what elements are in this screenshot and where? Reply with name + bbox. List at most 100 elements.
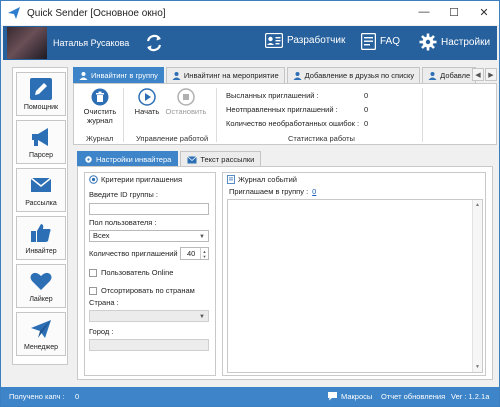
event-log-textarea[interactable]: ▲ ▼: [227, 199, 483, 373]
filter-country-checkbox[interactable]: Отсортировать по странам: [89, 286, 195, 295]
sidebar-item-liker[interactable]: Лайкер: [16, 264, 66, 308]
chevron-down-icon: ▼: [199, 314, 205, 320]
version-label: Ver : 1.2.1a: [451, 392, 490, 401]
clear-log-button[interactable]: Очистить журнал: [82, 88, 118, 125]
app-window: Quick Sender [Основное окно] — ☐ ✕ Натал…: [0, 0, 500, 407]
add-user-icon: [293, 72, 302, 80]
group-id-input[interactable]: [89, 203, 209, 215]
subtab-mailing-text[interactable]: Текст рассылки: [180, 151, 262, 167]
criteria-header: Критерии приглашения: [89, 175, 182, 184]
gender-select[interactable]: Всех ▼: [89, 230, 209, 242]
ribbon: Очистить журнал Журнал Начать Остановить…: [73, 83, 497, 145]
megaphone-icon: [32, 128, 48, 146]
update-report-link[interactable]: Отчет обновления: [381, 392, 445, 401]
gear-icon: [419, 33, 437, 51]
tab-add-friends[interactable]: Добавление в друзья по списку: [286, 67, 421, 83]
faq-label: FAQ: [380, 36, 401, 47]
invite-count-link[interactable]: 0: [312, 187, 316, 196]
group-id-label: Введите ID группы :: [89, 190, 158, 199]
tab-invite-group[interactable]: Инвайтинг в группу: [73, 67, 164, 83]
id-card-icon: [265, 33, 283, 48]
subtab-bar: Настройки инвайтера Текст рассылки: [77, 149, 263, 167]
stat-unsent-value: 0: [364, 105, 369, 114]
maximize-button[interactable]: ☐: [439, 1, 469, 23]
developer-label: Разработчик: [287, 35, 346, 46]
heart-icon: [30, 272, 52, 290]
close-button[interactable]: ✕: [469, 1, 499, 23]
faq-document-icon: [361, 33, 376, 50]
group-label-control: Управление работой: [136, 134, 209, 143]
user-name: Наталья Русакова: [53, 38, 130, 48]
stop-button[interactable]: Остановить: [166, 88, 206, 116]
tab-bar: Инвайтинг в группу Инвайтинг на мероприя…: [73, 65, 478, 83]
group-label-journal: Журнал: [86, 134, 114, 143]
event-log-header: Журнал событий: [227, 175, 297, 184]
user-icon: [172, 72, 181, 80]
chevron-down-icon: ▼: [199, 234, 205, 240]
settings-button[interactable]: Настройки: [419, 33, 490, 51]
country-label: Страна :: [89, 298, 119, 307]
captcha-value: 0: [75, 392, 80, 401]
stat-errors-label: Количество необработанных ошибок :: [226, 119, 360, 128]
faq-button[interactable]: FAQ: [361, 33, 400, 50]
header-bar: Наталья Русакова Разработчик FAQ Настрой…: [3, 26, 497, 60]
macros-link[interactable]: Макросы: [341, 392, 372, 401]
sidebar-item-label: Рассылка: [25, 200, 57, 207]
sidebar-item-label: Помощник: [23, 104, 59, 111]
avatar[interactable]: [7, 27, 47, 59]
document-icon: [227, 175, 235, 184]
tab-invite-event[interactable]: Инвайтинг на мероприятие: [165, 67, 285, 83]
developer-button[interactable]: Разработчик: [265, 33, 345, 48]
count-label: Количество приглашений :: [89, 249, 182, 258]
trash-icon: [91, 88, 109, 106]
subtab-inviter-settings[interactable]: Настройки инвайтера: [77, 151, 179, 167]
city-input[interactable]: [89, 339, 209, 351]
sidebar-item-mailing[interactable]: Рассылка: [16, 168, 66, 212]
group-label-stats: Статистика работы: [288, 134, 355, 143]
sidebar-item-assistant[interactable]: Помощник: [16, 72, 66, 116]
window-title: Quick Sender [Основное окно]: [27, 7, 166, 19]
captcha-label: Получено капч :: [9, 392, 65, 401]
target-icon: [89, 175, 98, 184]
pencil-icon: [30, 78, 52, 100]
sidebar-item-parser[interactable]: Парсер: [16, 120, 66, 164]
event-log-group: Журнал событий Приглашаем в группу :0 ▲ ▼: [222, 172, 486, 376]
criteria-group: Критерии приглашения Введите ID группы :…: [84, 172, 216, 376]
stat-sent-value: 0: [364, 91, 369, 100]
tab-scroll-right-button[interactable]: ▶: [485, 68, 497, 81]
tab-scroll-left-button[interactable]: ◀: [472, 68, 484, 81]
stop-icon: [177, 88, 195, 106]
sidebar-item-label: Парсер: [28, 152, 54, 159]
gear-icon: [85, 156, 92, 163]
sidebar-item-inviter[interactable]: Инвайтер: [16, 216, 66, 260]
tab-add-more[interactable]: Добавле: [422, 67, 477, 83]
sidebar: Помощник Парсер Рассылка Инвайтер Лайкер…: [12, 67, 68, 365]
gender-label: Пол пользователя :: [89, 218, 157, 227]
refresh-icon[interactable]: [143, 32, 165, 54]
invite-counter: Приглашаем в группу :0: [229, 187, 317, 196]
sidebar-item-label: Менеджер: [24, 344, 58, 351]
envelope-icon: [187, 155, 198, 163]
count-stepper[interactable]: 40 ▲ ▼: [180, 247, 209, 260]
title-bar: Quick Sender [Основное окно] — ☐ ✕: [1, 1, 499, 25]
add-user-icon: [428, 72, 437, 80]
stat-sent-label: Высланных приглашений :: [226, 91, 319, 100]
thumbs-up-icon: [31, 224, 51, 242]
stat-unsent-label: Неотправленных приглашений :: [226, 105, 338, 114]
envelope-icon: [30, 177, 52, 192]
online-checkbox[interactable]: Пользователь Online: [89, 268, 173, 277]
stepper-arrows[interactable]: ▲ ▼: [200, 248, 208, 259]
sidebar-item-label: Инвайтер: [25, 248, 57, 255]
sidebar-item-label: Лайкер: [29, 296, 53, 303]
settings-panel: Критерии приглашения Введите ID группы :…: [77, 166, 493, 380]
start-button[interactable]: Начать: [132, 88, 162, 116]
status-bar: Получено капч : 0 Макросы Отчет обновлен…: [1, 387, 499, 406]
main-area: Инвайтинг в группу Инвайтинг на мероприя…: [73, 65, 497, 383]
group-icon: [79, 72, 88, 80]
paper-plane-icon: [31, 320, 51, 338]
minimize-button[interactable]: —: [409, 1, 439, 23]
sidebar-item-manager[interactable]: Менеджер: [16, 312, 66, 356]
log-scrollbar[interactable]: ▲ ▼: [472, 200, 482, 372]
country-select[interactable]: ▼: [89, 310, 209, 322]
app-logo-icon: [8, 7, 20, 19]
